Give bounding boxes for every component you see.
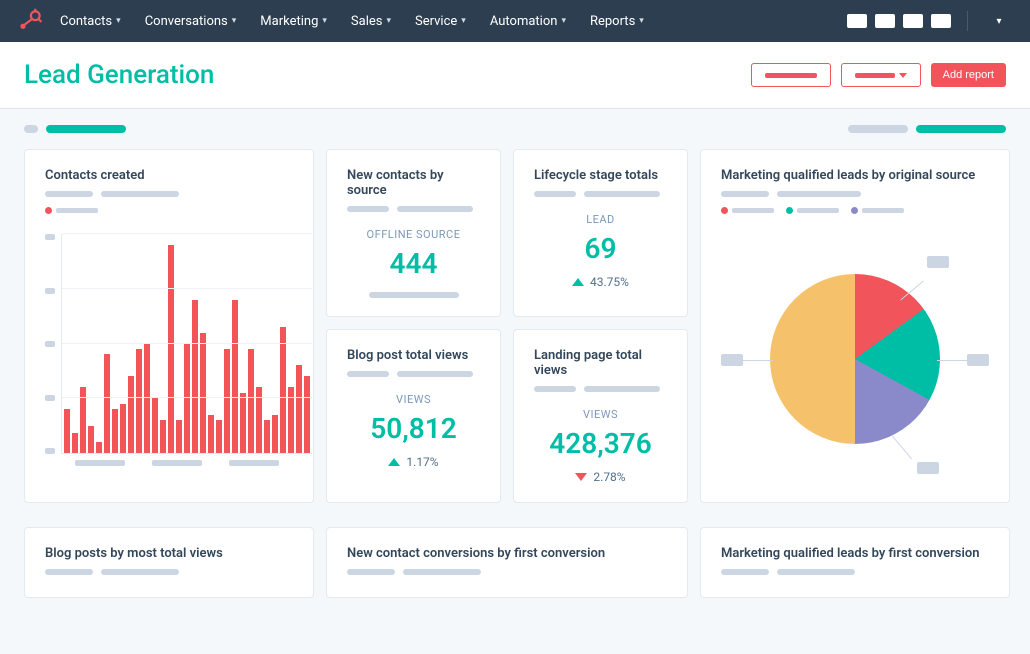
card-title: Blog post total views	[347, 348, 480, 363]
contacts-bar-chart	[45, 234, 293, 466]
card-blog-views: Blog post total views VIEWS 50,812 1.17%	[326, 329, 501, 503]
filter-chip-active[interactable]	[46, 125, 126, 133]
mql-pie-chart	[721, 234, 989, 484]
separator	[967, 11, 968, 31]
chevron-down-icon: ▾	[639, 16, 644, 26]
card-subtitle	[347, 569, 667, 575]
card-title: Blog posts by most total views	[45, 546, 293, 561]
stat-change: 2.78%	[534, 470, 667, 484]
stat-change: 1.17%	[347, 455, 480, 469]
trend-up-icon	[572, 278, 584, 286]
legend-dot-icon	[786, 207, 793, 214]
top-navbar: Contacts▾ Conversations▾ Marketing▾ Sale…	[0, 0, 1030, 42]
hubspot-logo-icon	[16, 7, 44, 35]
dashboard-grid-row2: Blog posts by most total views New conta…	[0, 527, 1030, 622]
stat-value: 428,376	[534, 427, 667, 460]
card-title: New contact conversions by first convers…	[347, 546, 667, 561]
nav-right: ▾	[847, 11, 1014, 31]
card-title: Lifecycle stage totals	[534, 168, 667, 183]
nav-menu: Contacts▾ Conversations▾ Marketing▾ Sale…	[60, 14, 644, 29]
stat-value: 444	[347, 247, 480, 280]
add-report-button[interactable]: Add report	[931, 63, 1006, 87]
nav-action-1[interactable]	[847, 14, 867, 28]
stat-label: VIEWS	[347, 393, 480, 406]
card-subtitle	[45, 569, 293, 575]
chevron-down-icon: ▾	[561, 16, 566, 26]
stat-label: OFFLINE SOURCE	[347, 228, 480, 241]
stat-label: LEAD	[534, 213, 667, 226]
nav-conversations[interactable]: Conversations▾	[145, 14, 237, 29]
filter-chip[interactable]	[24, 125, 38, 133]
card-subtitle	[347, 206, 480, 212]
stat-value: 50,812	[347, 412, 480, 445]
nav-marketing[interactable]: Marketing▾	[260, 14, 327, 29]
card-subtitle	[45, 191, 293, 197]
card-title: Landing page total views	[534, 348, 667, 378]
nav-automation[interactable]: Automation▾	[490, 14, 566, 29]
trend-down-icon	[575, 473, 587, 481]
card-mql-first-conversion: Marketing qualified leads by first conve…	[700, 527, 1010, 598]
card-new-contact-conversions: New contact conversions by first convers…	[326, 527, 688, 598]
card-title: New contacts by source	[347, 168, 480, 198]
nav-action-2[interactable]	[875, 14, 895, 28]
nav-reports[interactable]: Reports▾	[590, 14, 644, 29]
card-blog-posts-most-views: Blog posts by most total views	[24, 527, 314, 598]
nav-sales[interactable]: Sales▾	[351, 14, 391, 29]
header-button-1[interactable]	[751, 63, 831, 87]
header-dropdown[interactable]	[841, 63, 921, 87]
card-lifecycle-stage: Lifecycle stage totals LEAD 69 43.75%	[513, 149, 688, 317]
page-title: Lead Generation	[24, 60, 214, 90]
chevron-down-icon	[899, 73, 907, 78]
header-actions: Add report	[751, 63, 1006, 87]
nav-action-3[interactable]	[903, 14, 923, 28]
filter-option-active[interactable]	[916, 125, 1006, 133]
chart-legend	[45, 207, 293, 214]
card-subtitle	[534, 386, 667, 392]
account-dropdown[interactable]: ▾	[984, 16, 1014, 27]
nav-service[interactable]: Service▾	[415, 14, 466, 29]
card-subtitle	[347, 371, 480, 377]
card-title: Marketing qualified leads by original so…	[721, 168, 989, 183]
stat-placeholder	[369, 292, 459, 298]
card-title: Contacts created	[45, 168, 293, 183]
card-mql-source: Marketing qualified leads by original so…	[700, 149, 1010, 503]
nav-contacts[interactable]: Contacts▾	[60, 14, 121, 29]
stat-value: 69	[534, 232, 667, 265]
filter-bar	[0, 109, 1030, 141]
chevron-down-icon: ▾	[116, 16, 121, 26]
chevron-down-icon: ▾	[232, 16, 237, 26]
chart-legend	[721, 207, 989, 214]
legend-dot-icon	[851, 207, 858, 214]
card-landing-views: Landing page total views VIEWS 428,376 2…	[513, 329, 688, 503]
card-subtitle	[534, 191, 667, 197]
dashboard-grid: Contacts created New contacts by source …	[0, 141, 1030, 527]
legend-dot-icon	[721, 207, 728, 214]
card-subtitle	[721, 191, 989, 197]
page-header: Lead Generation Add report	[0, 42, 1030, 109]
trend-up-icon	[388, 458, 400, 466]
legend-dot-icon	[45, 207, 52, 214]
filter-option[interactable]	[848, 125, 908, 133]
card-new-contacts-source: New contacts by source OFFLINE SOURCE 44…	[326, 149, 501, 317]
card-subtitle	[721, 569, 989, 575]
stat-label: VIEWS	[534, 408, 667, 421]
nav-action-4[interactable]	[931, 14, 951, 28]
stat-change: 43.75%	[534, 275, 667, 289]
chevron-down-icon: ▾	[461, 16, 466, 26]
chevron-down-icon: ▾	[386, 16, 391, 26]
card-contacts-created: Contacts created	[24, 149, 314, 503]
card-title: Marketing qualified leads by first conve…	[721, 546, 989, 561]
chevron-down-icon: ▾	[322, 16, 327, 26]
